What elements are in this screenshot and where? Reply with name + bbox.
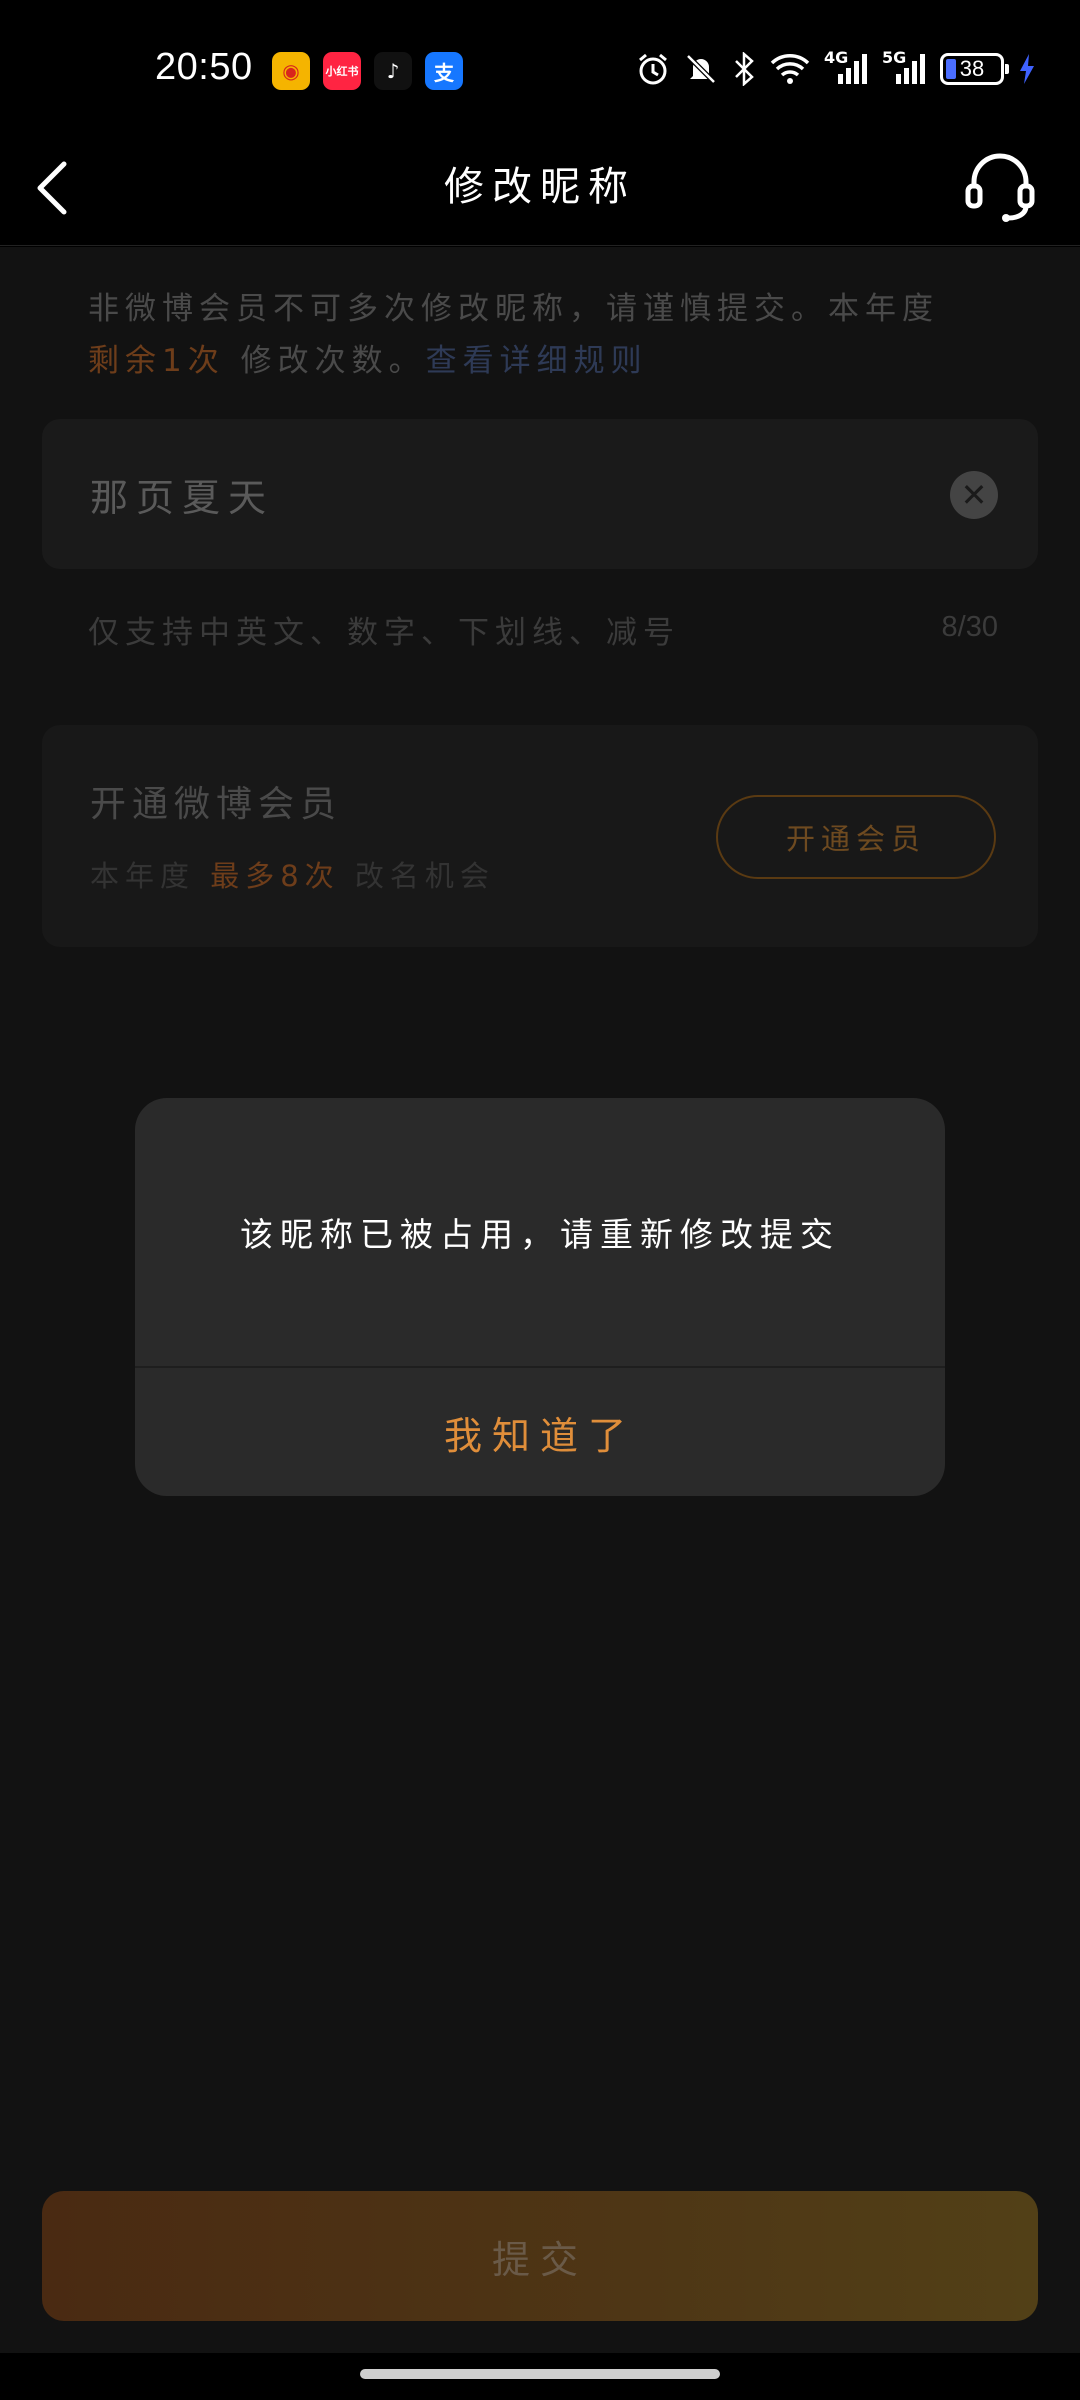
dialog-message: 该昵称已被占用，请重新修改提交 xyxy=(240,1215,840,1254)
open-vip-button[interactable]: 开通会员 xyxy=(716,795,996,879)
signal-5g-icon: 5G xyxy=(882,48,926,86)
system-icons: 4G 5G 38 xyxy=(636,46,1036,92)
input-hint: 仅支持中英文、数字、下划线、减号 xyxy=(88,615,680,651)
rename-notice: 非微博会员不可多次修改昵称，请谨慎提交。本年度 剩余1次 修改次数。查看详细规则 xyxy=(88,283,998,387)
status-bar: 20:50 ◉ 小红书 ♪ 支 4G 5G 38 xyxy=(0,0,1080,140)
xiaohongshu-icon: 小红书 xyxy=(323,52,361,90)
vip-sub-before: 本年度 xyxy=(90,859,196,893)
nickname-taken-dialog: 该昵称已被占用，请重新修改提交 我知道了 xyxy=(135,1098,945,1496)
vip-sub-highlight: 最多8次 xyxy=(210,859,340,893)
alarm-icon xyxy=(636,52,670,86)
mute-bell-icon xyxy=(684,52,718,86)
vip-card: 开通微博会员 本年度 最多8次 改名机会 开通会员 xyxy=(42,725,1038,947)
battery-icon: 38 xyxy=(940,53,1009,85)
status-time: 20:50 xyxy=(155,46,253,88)
remaining-count: 剩余1次 xyxy=(88,343,225,379)
battery-level: 38 xyxy=(959,56,985,81)
char-count: 8/30 xyxy=(941,611,998,643)
nickname-value: 那页夏天 xyxy=(90,476,275,520)
bluetooth-icon xyxy=(732,52,756,86)
vip-subtitle: 本年度 最多8次 改名机会 xyxy=(90,853,495,895)
clear-input-button[interactable]: ✕ xyxy=(950,471,998,519)
signal-5g-label: 5G xyxy=(882,48,907,67)
alipay-icon: 支 xyxy=(425,52,463,90)
home-indicator[interactable] xyxy=(360,2369,720,2379)
close-icon: ✕ xyxy=(960,476,988,514)
headset-icon xyxy=(965,153,1035,222)
top-nav: 修改昵称 xyxy=(0,140,1080,246)
page-title: 修改昵称 xyxy=(444,164,636,210)
notice-text: 非微博会员不可多次修改昵称，请谨慎提交。本年度 xyxy=(88,291,939,327)
dialog-ok-button[interactable]: 我知道了 xyxy=(135,1368,945,1496)
rules-link[interactable]: 查看详细规则 xyxy=(426,343,648,379)
submit-button[interactable]: 提交 xyxy=(42,2191,1038,2321)
wifi-icon xyxy=(770,53,810,85)
signal-4g-icon: 4G xyxy=(824,48,868,86)
customer-service-button[interactable] xyxy=(960,146,1040,226)
charging-icon xyxy=(1018,52,1036,86)
weibo-icon: ◉ xyxy=(272,52,310,90)
tiktok-icon: ♪ xyxy=(374,52,412,90)
signal-4g-label: 4G xyxy=(824,48,849,67)
vip-title: 开通微博会员 xyxy=(90,784,343,825)
vip-sub-after: 改名机会 xyxy=(354,859,495,893)
notice-text-mid: 修改次数。 xyxy=(240,343,426,379)
nickname-field[interactable]: 那页夏天 ✕ xyxy=(42,419,1038,569)
